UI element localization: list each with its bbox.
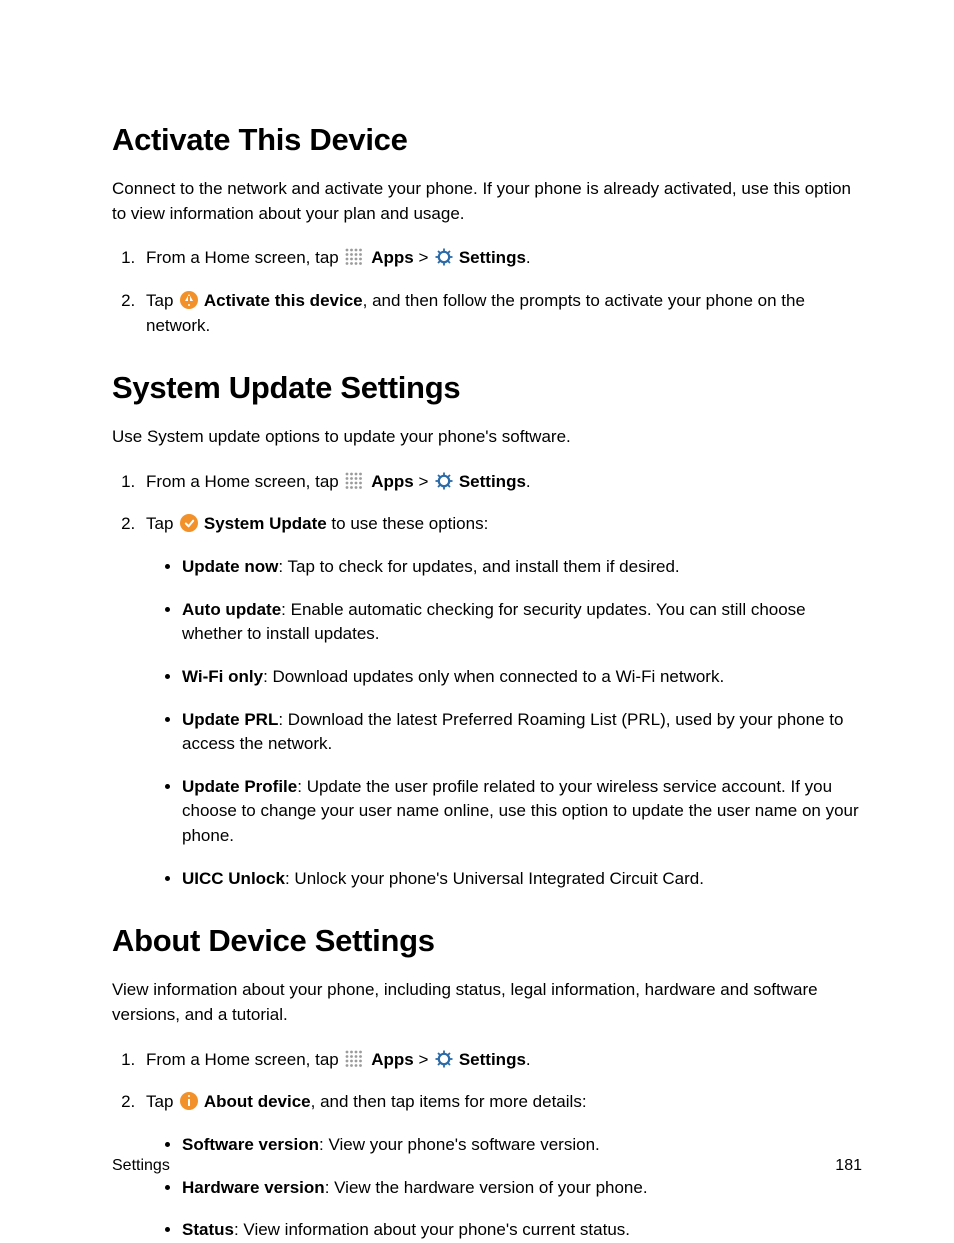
apps-grid-icon xyxy=(345,472,365,490)
section-heading: About Device Settings xyxy=(112,919,862,964)
footer-page-number: 181 xyxy=(835,1154,862,1177)
update-check-icon xyxy=(180,514,198,532)
step-item: From a Home screen, tap Apps > xyxy=(140,1048,862,1073)
bullet-bold: Hardware version xyxy=(182,1178,325,1197)
bullet-text: : View information about your phone's cu… xyxy=(234,1220,630,1239)
apps-label: Apps xyxy=(371,248,414,267)
step-text: From a Home screen, tap xyxy=(146,248,339,267)
settings-label: Settings xyxy=(459,1050,526,1069)
bullet-bold: Status xyxy=(182,1220,234,1239)
separator: > xyxy=(418,1050,433,1069)
bullet-bold: Update now xyxy=(182,557,278,576)
apps-grid-icon xyxy=(345,1050,365,1068)
section-intro: Use System update options to update your… xyxy=(112,425,862,450)
bullet-text: : Unlock your phone's Universal Integrat… xyxy=(285,869,704,888)
section-about-device-settings: About Device Settings View information a… xyxy=(112,919,862,1242)
step-suffix: . xyxy=(526,1050,531,1069)
step-item: Tap Activate this device, and then follo… xyxy=(140,289,862,338)
settings-gear-icon xyxy=(435,472,453,490)
steps-list: From a Home screen, tap Apps > xyxy=(112,246,862,338)
list-item: Update PRL: Download the latest Preferre… xyxy=(182,708,862,757)
bullet-bold: Update Profile xyxy=(182,777,297,796)
step-item: From a Home screen, tap Apps > xyxy=(140,470,862,495)
separator: > xyxy=(418,472,433,491)
apps-label: Apps xyxy=(371,472,414,491)
settings-gear-icon xyxy=(435,1050,453,1068)
list-item: Update Profile: Update the user profile … xyxy=(182,775,862,849)
bullets-list: Software version: View your phone's soft… xyxy=(146,1133,862,1243)
list-item: UICC Unlock: Unlock your phone's Univers… xyxy=(182,867,862,892)
bullet-text: : Download the latest Preferred Roaming … xyxy=(182,710,843,754)
separator: > xyxy=(418,248,433,267)
apps-grid-icon xyxy=(345,248,365,266)
bullet-text: : Tap to check for updates, and install … xyxy=(278,557,679,576)
settings-gear-icon xyxy=(435,248,453,266)
step-suffix: . xyxy=(526,472,531,491)
bullet-text: : View the hardware version of your phon… xyxy=(325,1178,648,1197)
bullet-text: : Download updates only when connected t… xyxy=(263,667,724,686)
section-activate-this-device: Activate This Device Connect to the netw… xyxy=(112,118,862,338)
settings-label: Settings xyxy=(459,472,526,491)
about-device-label: About device xyxy=(204,1092,311,1111)
step-tap: Tap xyxy=(146,514,178,533)
activate-this-device-label: Activate this device xyxy=(204,291,363,310)
step-item: From a Home screen, tap Apps > xyxy=(140,246,862,271)
list-item: Update now: Tap to check for updates, an… xyxy=(182,555,862,580)
list-item: Hardware version: View the hardware vers… xyxy=(182,1176,862,1201)
step-suffix: . xyxy=(526,248,531,267)
alert-exclamation-icon xyxy=(180,291,198,309)
bullet-bold: Auto update xyxy=(182,600,281,619)
page-footer: Settings 181 xyxy=(112,1154,862,1177)
list-item: Auto update: Enable automatic checking f… xyxy=(182,598,862,647)
section-system-update-settings: System Update Settings Use System update… xyxy=(112,366,862,891)
step-text: From a Home screen, tap xyxy=(146,1050,339,1069)
bullet-text: : View your phone's software version. xyxy=(319,1135,600,1154)
bullets-list: Update now: Tap to check for updates, an… xyxy=(146,555,862,891)
step-tap: Tap xyxy=(146,1092,178,1111)
section-intro: View information about your phone, inclu… xyxy=(112,978,862,1027)
apps-label: Apps xyxy=(371,1050,414,1069)
section-heading: System Update Settings xyxy=(112,366,862,411)
step-text: From a Home screen, tap xyxy=(146,472,339,491)
settings-label: Settings xyxy=(459,248,526,267)
section-intro: Connect to the network and activate your… xyxy=(112,177,862,226)
list-item: Wi-Fi only: Download updates only when c… xyxy=(182,665,862,690)
list-item: Status: View information about your phon… xyxy=(182,1218,862,1243)
step-after: , and then tap items for more details: xyxy=(311,1092,587,1111)
step-after: to use these options: xyxy=(327,514,489,533)
steps-list: From a Home screen, tap Apps > xyxy=(112,470,862,892)
bullet-bold: UICC Unlock xyxy=(182,869,285,888)
footer-section-label: Settings xyxy=(112,1154,170,1177)
step-tap: Tap xyxy=(146,291,178,310)
step-item: Tap System Update to use these options: … xyxy=(140,512,862,891)
system-update-label: System Update xyxy=(204,514,327,533)
bullet-bold: Update PRL xyxy=(182,710,278,729)
steps-list: From a Home screen, tap Apps > xyxy=(112,1048,862,1243)
bullet-bold: Wi-Fi only xyxy=(182,667,263,686)
info-icon xyxy=(180,1092,198,1110)
bullet-bold: Software version xyxy=(182,1135,319,1154)
section-heading: Activate This Device xyxy=(112,118,862,163)
document-page: Activate This Device Connect to the netw… xyxy=(0,0,954,1235)
